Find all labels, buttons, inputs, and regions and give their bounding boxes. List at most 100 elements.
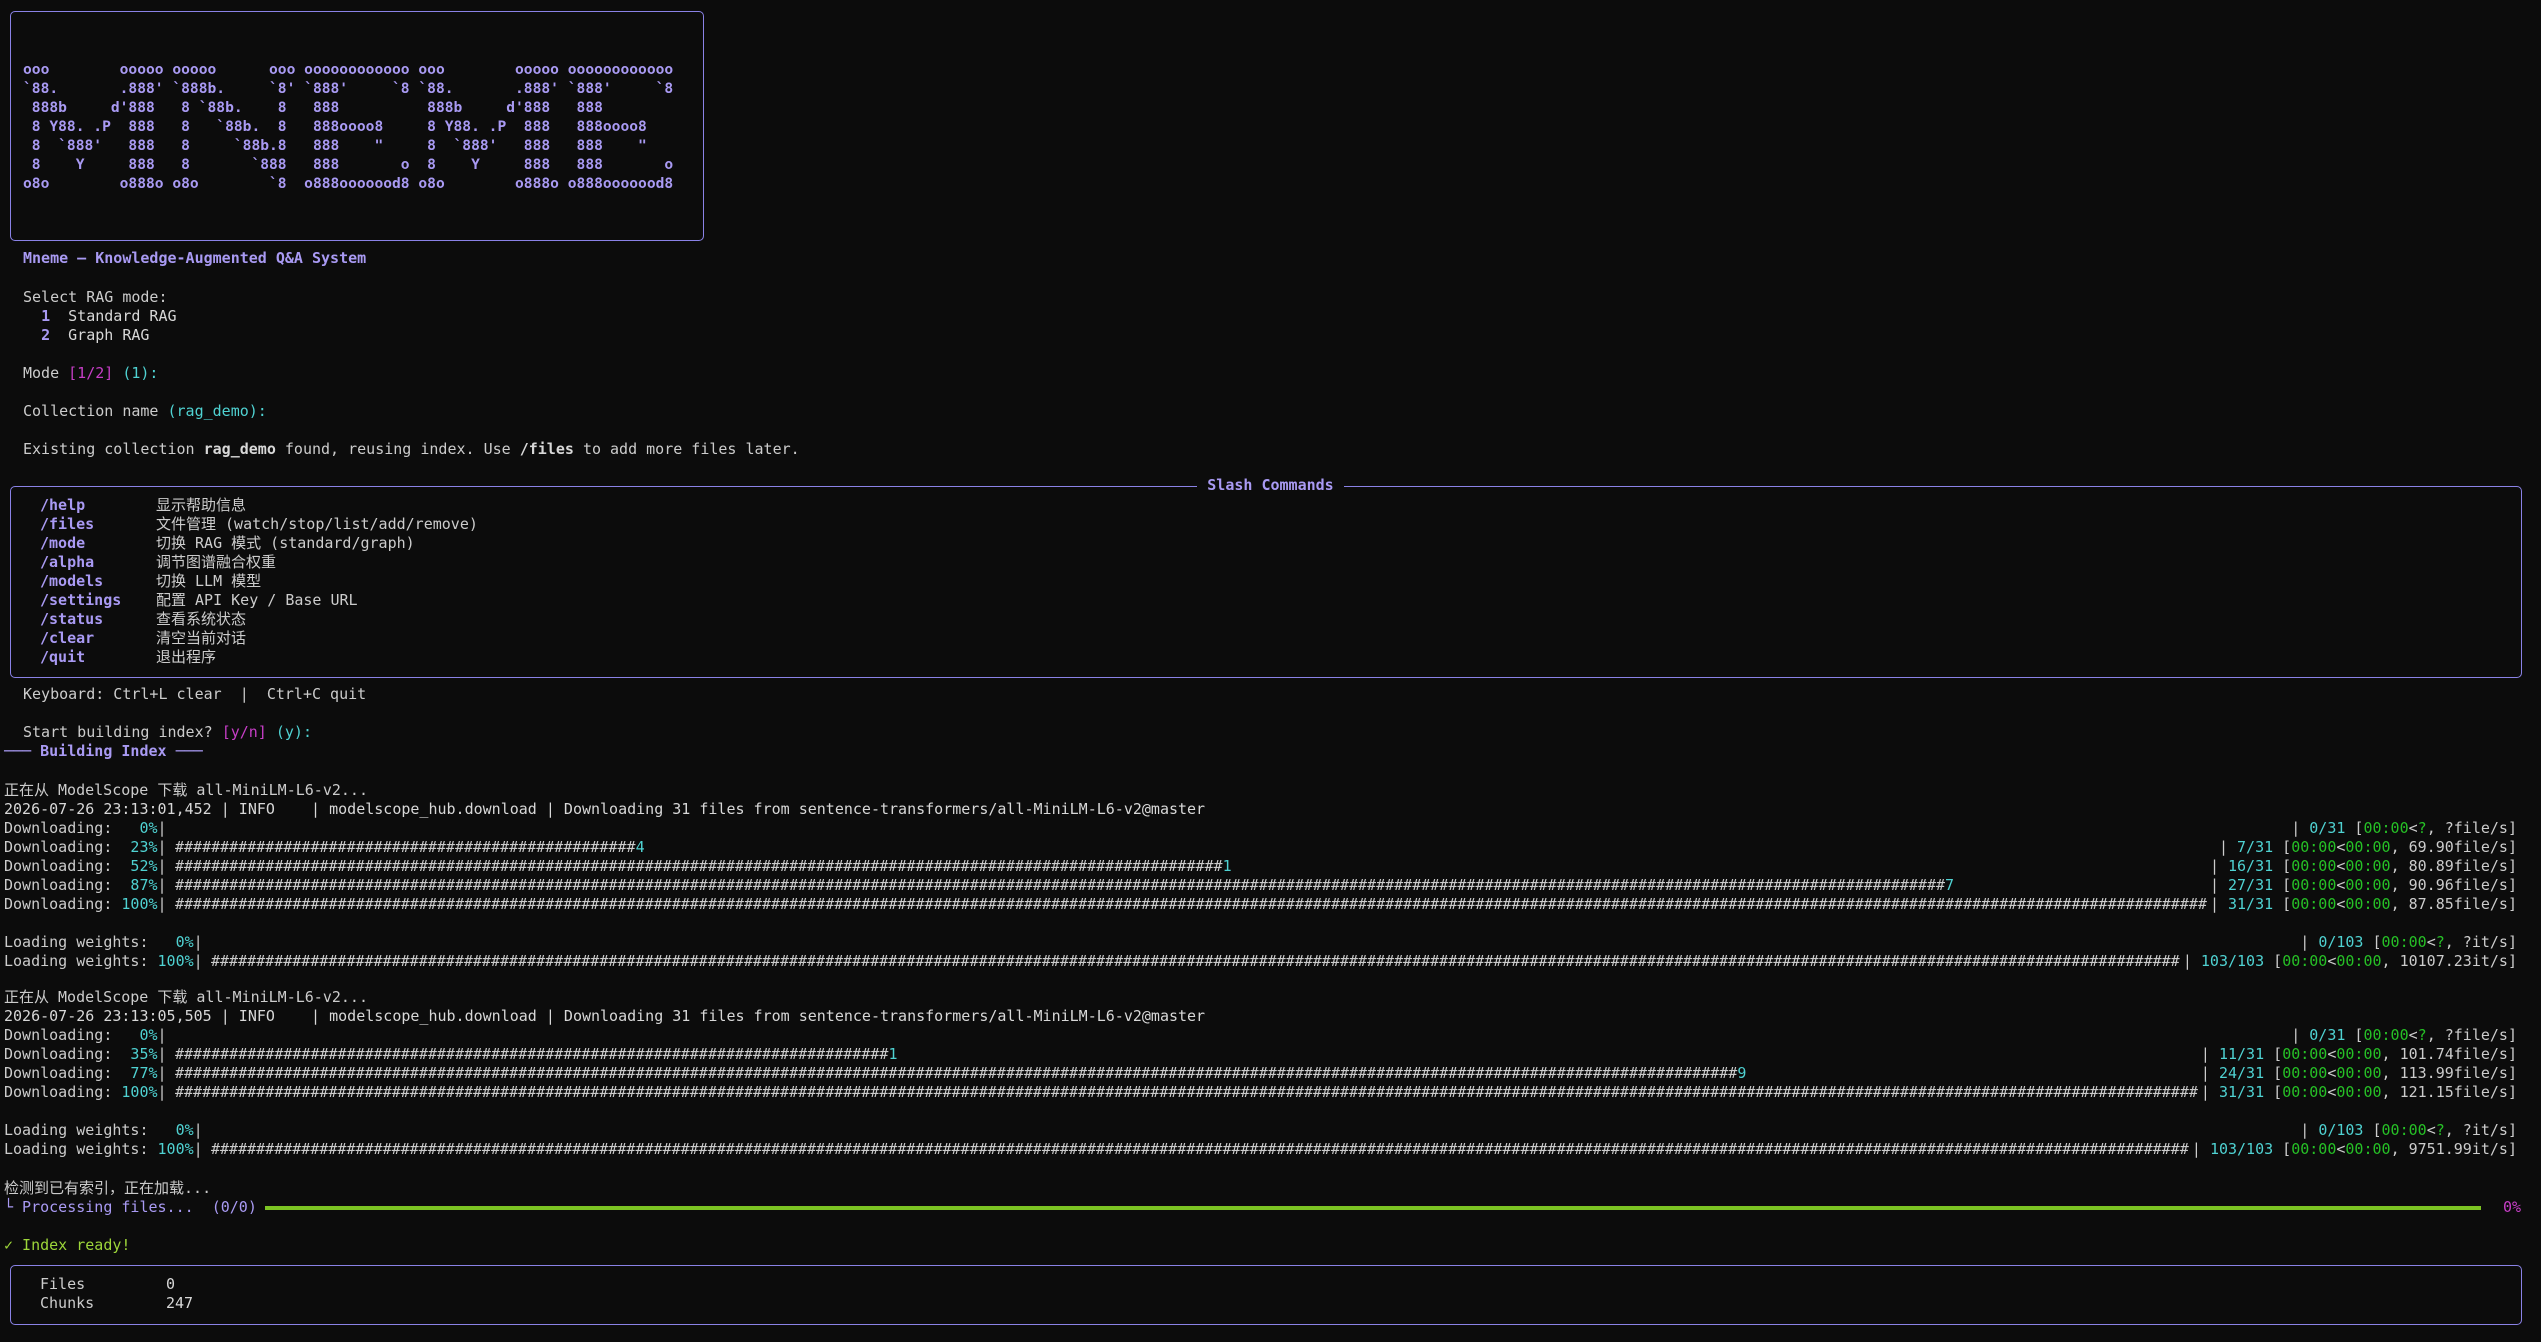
progress-rate: , 69.90file/s]: [2390, 838, 2517, 856]
command-name: /clear: [40, 629, 95, 647]
elapsed-time: 00:00: [2282, 1083, 2328, 1101]
stat-value: 0: [166, 1275, 176, 1293]
progress-percent: 0%: [121, 819, 158, 837]
slash-command-row[interactable]: /quit 退出程序: [40, 648, 216, 667]
progress-percent: 0%: [157, 933, 194, 951]
stat-value: 247: [166, 1294, 194, 1312]
command-description: 查看系统状态: [156, 610, 247, 628]
progress-fill: ########################################…: [175, 1045, 898, 1063]
elapsed-time: 00:00: [2291, 876, 2337, 894]
progress-rate: , 10107.23it/s]: [2381, 952, 2517, 970]
command-description: 清空当前对话: [156, 629, 247, 647]
progress-count: 0/103: [2318, 1121, 2364, 1139]
progress-percent: 0%: [157, 1121, 194, 1139]
progress-percent: 77%: [121, 1064, 158, 1082]
command-description: 调节图谱融合权重: [156, 553, 277, 571]
slash-command-row[interactable]: /files 文件管理 (watch/stop/list/add/remove): [40, 515, 478, 534]
remaining-time: 00:00: [2345, 857, 2391, 875]
command-name: /settings: [40, 591, 122, 609]
progress-label: Downloading: 52%|: [4, 857, 167, 875]
command-description: 退出程序: [156, 648, 217, 666]
progress-label: Downloading: 87%|: [4, 876, 167, 894]
processing-label: └ Processing files... (0/0): [4, 1198, 257, 1216]
progress-stats: | 31/31 [00:00<00:00, 87.85file/s]: [2209, 895, 2517, 913]
progress-rate: , 90.96file/s]: [2390, 876, 2517, 894]
progress-fill: ########################################…: [175, 895, 2207, 913]
progress-count: 7/31: [2237, 838, 2274, 856]
progress-label: Downloading: 0%|: [4, 1026, 167, 1044]
slash-commands-title: Slash Commands: [0, 476, 2541, 495]
progress-percent: 100%: [121, 895, 158, 913]
remaining-time: ?: [2417, 819, 2427, 837]
remaining-time: ?: [2435, 1121, 2445, 1139]
app-title: Mneme — Knowledge-Augmented Q&A System: [23, 249, 367, 267]
progress-stats: | 27/31 [00:00<00:00, 90.96file/s]: [2209, 876, 2517, 894]
remaining-time: ?: [2417, 1026, 2427, 1044]
progress-stats: | 0/103 [00:00<?, ?it/s]: [2300, 933, 2517, 951]
index-stats-panel: [10, 1265, 2522, 1325]
build-index-prompt[interactable]: Start building index? [y/n] (y):: [23, 723, 312, 742]
existing-collection-message: Existing collection rag_demo found, reus…: [23, 440, 800, 458]
collection-label: Collection name: [23, 402, 159, 420]
progress-label: Downloading: 35%|: [4, 1045, 167, 1063]
progress-rate: , ?file/s]: [2426, 1026, 2517, 1044]
slash-command-row[interactable]: /models 切换 LLM 模型: [40, 572, 261, 591]
command-description: 文件管理 (watch/stop/list/add/remove): [156, 515, 478, 533]
mode-label: Mode: [23, 364, 60, 382]
slash-command-row[interactable]: /help 显示帮助信息: [40, 496, 246, 515]
option-number: 1: [41, 307, 51, 325]
command-name: /files: [40, 515, 95, 533]
progress-count: 31/31: [2218, 1083, 2265, 1101]
info-log-line: 2026-07-26 23:13:01,452 | INFO | modelsc…: [4, 800, 1206, 818]
keyboard-hint: Keyboard: Ctrl+L clear | Ctrl+C quit: [23, 685, 367, 703]
mode-input-line[interactable]: Mode [1/2] (1):: [23, 364, 158, 383]
option-label: Standard RAG: [68, 307, 177, 325]
progress-percent: 23%: [121, 838, 158, 856]
slash-command-row[interactable]: /settings 配置 API Key / Base URL: [40, 591, 358, 610]
progress-percent: 100%: [121, 1083, 158, 1101]
progress-count: 31/31: [2228, 895, 2274, 913]
slash-command-row[interactable]: /mode 切换 RAG 模式 (standard/graph): [40, 534, 415, 553]
command-name: /models: [40, 572, 104, 590]
mode-option-2[interactable]: 2 Graph RAG: [23, 326, 149, 345]
progress-stats: | 31/31 [00:00<00:00, 121.15file/s]: [2200, 1083, 2517, 1101]
progress-stats: | 0/31 [00:00<?, ?file/s]: [2291, 819, 2517, 837]
mode-option-1[interactable]: 1 Standard RAG: [23, 307, 177, 326]
command-name: /mode: [40, 534, 86, 552]
progress-rate: , 9751.99it/s]: [2390, 1140, 2517, 1158]
progress-fill: ########################################…: [175, 838, 645, 856]
command-description: 显示帮助信息: [156, 496, 247, 514]
progress-label: Downloading: 77%|: [4, 1064, 167, 1082]
progress-rate: , 80.89file/s]: [2390, 857, 2517, 875]
remaining-time: ?: [2435, 933, 2445, 951]
command-description: 切换 RAG 模式 (standard/graph): [156, 534, 415, 552]
collection-name: rag_demo: [203, 440, 276, 458]
progress-count: 24/31: [2218, 1064, 2265, 1082]
progress-rate: , 113.99file/s]: [2381, 1064, 2517, 1082]
progress-percent: 87%: [121, 876, 158, 894]
option-label: Graph RAG: [68, 326, 150, 344]
progress-stats: | 0/31 [00:00<?, ?file/s]: [2291, 1026, 2517, 1044]
command-description: 配置 API Key / Base URL: [156, 591, 358, 609]
progress-percent: 52%: [121, 857, 158, 875]
progress-percent: 100%: [157, 952, 194, 970]
progress-label: Downloading: 100%|: [4, 895, 167, 913]
detect-index-message: 检测到已有索引，正在加载...: [4, 1179, 212, 1197]
elapsed-time: 00:00: [2291, 838, 2337, 856]
progress-rate: , 121.15file/s]: [2381, 1083, 2517, 1101]
elapsed-time: 00:00: [2291, 857, 2337, 875]
slash-command-row[interactable]: /alpha 调节图谱融合权重: [40, 553, 276, 572]
slash-command-row[interactable]: /clear 清空当前对话: [40, 629, 246, 648]
command-description: 切换 LLM 模型: [156, 572, 262, 590]
elapsed-time: 00:00: [2282, 1045, 2328, 1063]
slash-command-row[interactable]: /status 查看系统状态: [40, 610, 246, 629]
ascii-logo: ooo ooooo ooooo ooo oooooooooooo ooo ooo…: [23, 61, 674, 192]
progress-label: Loading weights: 0%|: [4, 933, 203, 951]
remaining-time: 00:00: [2345, 895, 2391, 913]
collection-input-line[interactable]: Collection name (rag_demo):: [23, 402, 267, 421]
processing-percent: 0%: [2502, 1198, 2521, 1216]
elapsed-time: 00:00: [2282, 952, 2328, 970]
building-index-header: ─── Building Index ───: [4, 742, 203, 760]
progress-count: 0/31: [2309, 1026, 2346, 1044]
progress-stats: | 11/31 [00:00<00:00, 101.74file/s]: [2200, 1045, 2517, 1063]
